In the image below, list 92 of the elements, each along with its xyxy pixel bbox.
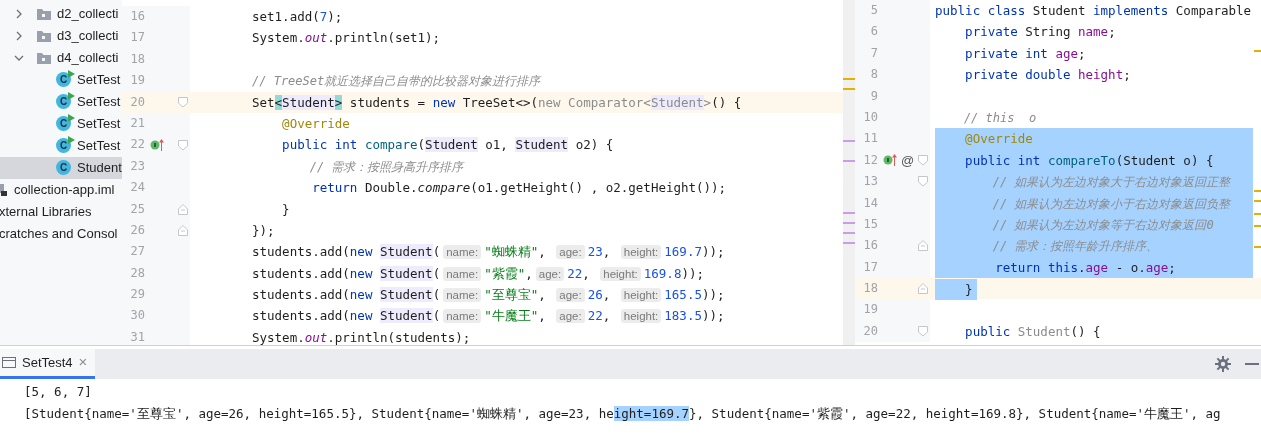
error-stripe-mark [1254,246,1261,248]
line-number: 28 [129,264,145,282]
code-line: students.add(new Student( name: "紫霞", age: 22, height: 169.8)); [252,264,705,283]
line-number: 27 [129,243,145,261]
line-number: 22 [129,136,145,154]
run-tab[interactable]: SetTest4 × [0,349,96,379]
code-line: public class Student implements Comparable [935,2,1253,20]
line-number: 31 [129,328,145,345]
line-number: 12 [862,151,878,169]
line-number: 16 [862,237,878,255]
line-number: 21 [129,114,145,132]
error-stripe-mark [843,78,855,80]
error-stripe-mark [843,212,855,214]
class-icon: C [56,160,71,175]
line-number: 20 [862,322,878,340]
line-number: 7 [869,44,878,62]
error-stripe-mark [843,160,855,162]
code-line: private double height; [964,66,1132,85]
tree-item-label[interactable]: SetTest [77,136,121,156]
tree-item-label[interactable]: d3_collecti [57,26,119,46]
tree-item-label[interactable]: collection-app.iml [14,180,115,200]
line-number: 11 [862,130,878,148]
error-stripe-mark [1254,225,1261,227]
code-line: // this o [962,109,1038,127]
line-number: 23 [129,157,145,175]
tree-item-label[interactable]: xternal Libraries [0,202,92,222]
chevron-right-icon[interactable] [14,9,24,19]
tree-item-label[interactable]: cratches and Consol [0,224,118,244]
code-line: } [281,200,291,219]
line-number: 25 [129,200,145,218]
line-number: 26 [129,221,145,239]
line-number: 6 [869,23,878,41]
line-number: 20 [129,93,145,111]
error-stripe-mark [843,242,855,244]
tree-item-label[interactable]: d2_collecti [57,4,119,24]
line-number: 17 [862,258,878,276]
settings-icon[interactable] [1215,356,1231,372]
tree-item-label[interactable]: SetTest [77,92,121,112]
error-stripe-mark [1254,50,1261,52]
code-line: private String name; [964,23,1117,42]
code-line: @Override [281,114,351,133]
module-file-icon [0,184,8,196]
line-number: 18 [129,50,145,68]
folder-icon [36,51,52,65]
error-stripe-mark [843,88,855,90]
error-stripe-mark [843,140,855,142]
error-stripe-mark [843,222,855,224]
annotation-marker-icon: @ [901,149,915,172]
line-number: 19 [862,301,878,319]
code-line: private int age; [964,44,1087,63]
code-line: System.out.println(set1); [252,29,442,48]
console-output-line: [5, 6, 7] [24,383,93,401]
line-number: 8 [869,66,878,84]
line-number: 16 [129,8,145,25]
error-stripe-mark [1254,200,1261,202]
code-line: }); [252,221,276,240]
console-output-line: [Student{name='至尊宝', age=26, height=165.5}, Student{name='蜘蛛精', age=23, height=169.7}, Student{name='紫霞', age=22, height=169.8}, Student{name='牛魔王', ag [24,405,1222,423]
code-line: // 需求：按照身高升序排序 [308,158,466,176]
code-line: students.add(new Student( name: "至尊宝", age: 26, height: 165.5)); [252,286,726,305]
line-number: 30 [129,307,145,325]
code-line: students.add(new Student( name: "牛魔王", age: 22, height: 183.5)); [252,307,726,326]
tree-item-label[interactable]: SetTest [77,114,121,134]
tree-item-label[interactable]: SetTest [77,70,121,90]
line-number: 9 [869,87,878,105]
code-line: set1.add(7); [252,8,344,26]
code-line: return Double.compare(o1.getHeight() , o2.getHeight()); [311,179,728,198]
folder-icon [36,29,52,43]
line-number: 29 [129,286,145,304]
line-number: 10 [862,108,878,126]
line-number: 14 [862,194,878,212]
error-stripe-mark [1254,190,1261,192]
code-line: Set<Student> students = new TreeSet<>(new Comparator<Student>() { [252,93,743,112]
tree-item-label[interactable]: d4_collecti [57,48,119,68]
line-number: 19 [129,72,145,90]
chevron-down-icon[interactable] [14,53,24,63]
error-stripe-mark [843,232,855,234]
line-number: 13 [862,173,878,191]
code-line: public Student() { [964,322,1102,341]
error-stripe-mark [1254,213,1261,215]
line-number: 5 [869,2,878,19]
folder-icon [36,7,52,21]
line-number: 18 [862,280,878,298]
line-number: 24 [129,179,145,197]
chevron-right-icon[interactable] [14,31,24,41]
line-number: 17 [129,29,145,47]
code-line: students.add(new Student( name: "蜘蛛精", age: 23, height: 169.7)); [252,243,726,262]
console-icon [2,356,16,369]
line-number: 15 [862,215,878,233]
code-line: System.out.println(students); [252,328,472,345]
code-line: public int compare(Student o1, Student o2) { [281,136,615,155]
tree-item-label[interactable]: Student [77,158,122,178]
code-line: // TreeSet就近选择自己自带的比较器对象进行排序 [252,73,543,91]
